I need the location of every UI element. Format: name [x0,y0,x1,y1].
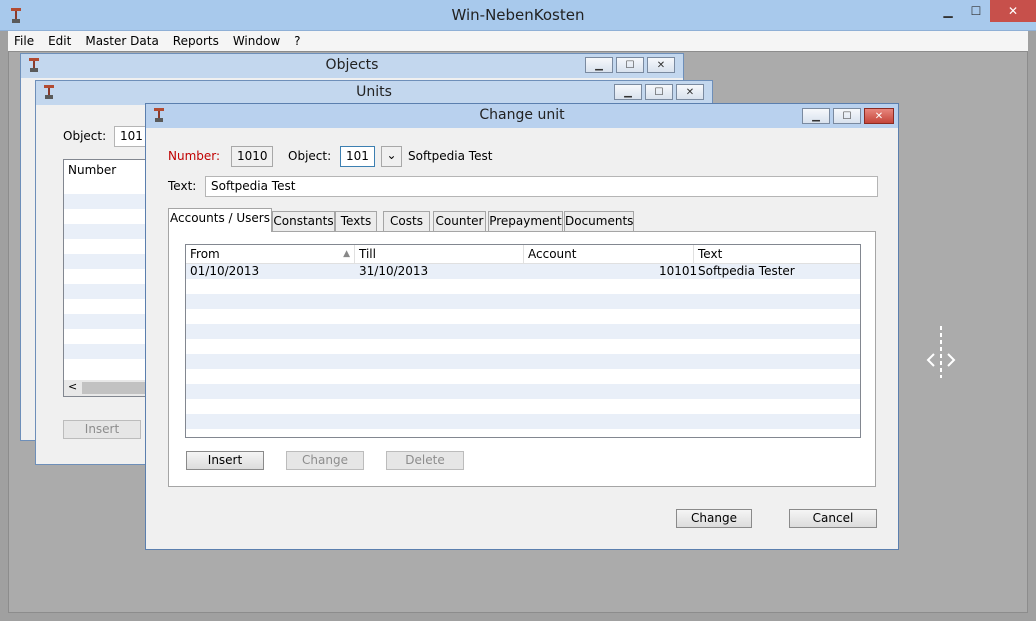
column-header-till[interactable]: Till [355,245,524,264]
close-icon[interactable]: ✕ [864,108,894,124]
column-header-from[interactable]: From ▲ [186,245,355,264]
units-column-number[interactable]: Number [68,163,116,178]
insert-button[interactable]: Insert [186,451,264,470]
units-title: Units [356,84,392,100]
column-header-from-label: From [190,247,220,261]
minimize-icon[interactable]: ▁ [802,108,830,124]
tab-documents[interactable]: Documents [564,211,634,231]
object-dropdown-button[interactable]: ⌄ [381,146,402,167]
menu-window[interactable]: Window [233,34,280,48]
horizontal-scrollbar[interactable]: < [64,380,152,396]
object-field[interactable]: 101 [340,146,375,167]
cell-till: 31/10/2013 [359,264,429,278]
dialog-title: Change unit [479,107,565,123]
text-label: Text: [168,179,197,193]
cell-from: 01/10/2013 [190,264,260,278]
text-field[interactable]: Softpedia Test [205,176,878,197]
minimize-icon[interactable]: ▁ [614,84,642,100]
main-titlebar: Win-NebenKosten ▁ ☐ ✕ [0,0,1036,31]
tab-constants[interactable]: Constants [272,211,335,231]
units-list: Number < [63,159,153,397]
close-icon[interactable]: ✕ [647,57,675,73]
scroll-left-arrow[interactable]: < [68,380,77,393]
column-header-account[interactable]: Account [524,245,694,264]
window-title: Win-NebenKosten [451,6,585,24]
column-header-text[interactable]: Text [694,245,860,264]
number-field[interactable]: 1010 [231,146,273,167]
menu-help[interactable]: ? [294,34,300,48]
maximize-icon[interactable]: ☐ [833,108,861,124]
change-unit-dialog: Change unit ▁ ☐ ✕ Number: 1010 Object: 1… [145,103,899,550]
menubar: File Edit Master Data Reports Window ? [8,31,1028,51]
delete-button[interactable]: Delete [386,451,464,470]
tab-prepayment[interactable]: Prepayment [488,211,563,231]
units-insert-button[interactable]: Insert [63,420,141,439]
menu-file[interactable]: File [14,34,34,48]
close-button[interactable]: ✕ [990,0,1036,22]
dialog-titlebar: Change unit ▁ ☐ ✕ [146,104,898,128]
tab-costs[interactable]: Costs [383,211,430,231]
tab-texts[interactable]: Texts [335,211,377,231]
resize-cursor-icon [926,326,956,378]
minimize-icon[interactable]: ▁ [585,57,613,73]
change-row-button[interactable]: Change [286,451,364,470]
tab-accounts-users[interactable]: Accounts / Users [168,208,272,232]
tab-counter[interactable]: Counter [433,211,486,231]
objects-titlebar: Objects ▁ ☐ ✕ [21,54,683,78]
number-label: Number: [168,149,221,163]
cancel-button[interactable]: Cancel [789,509,877,528]
maximize-icon[interactable]: ☐ [616,57,644,73]
menu-edit[interactable]: Edit [48,34,71,48]
maximize-button[interactable]: ☐ [962,0,990,22]
units-titlebar: Units ▁ ☐ ✕ [36,81,712,105]
objects-title: Objects [325,57,379,73]
table-row[interactable]: 01/10/2013 31/10/2013 10101 Softpedia Te… [186,264,860,279]
object-label: Object: [288,149,332,163]
menu-reports[interactable]: Reports [173,34,219,48]
close-icon[interactable]: ✕ [676,84,704,100]
change-button[interactable]: Change [676,509,752,528]
object-name: Softpedia Test [408,149,493,163]
accounts-grid: From ▲ Till Account Text 01/10/2013 31/1… [185,244,861,438]
units-object-label: Object: [63,129,107,143]
minimize-button[interactable]: ▁ [934,0,962,22]
cell-account: 10101 [659,264,698,278]
sort-ascending-icon: ▲ [343,249,350,259]
maximize-icon[interactable]: ☐ [645,84,673,100]
cell-text: Softpedia Tester [698,264,795,278]
scroll-thumb[interactable] [82,382,152,394]
menu-master-data[interactable]: Master Data [85,34,158,48]
